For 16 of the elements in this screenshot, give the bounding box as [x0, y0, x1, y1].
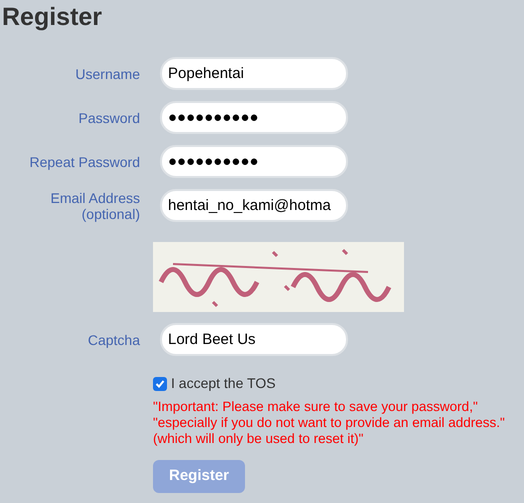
input-field[interactable]: Lord Beet Us: [160, 323, 348, 356]
field-label: (optional): [82, 206, 140, 222]
input-field[interactable]: ●●●●●●●●●●: [160, 145, 348, 178]
field-label: Repeat Password: [29, 154, 140, 170]
field-label: Captcha: [88, 332, 140, 348]
field-label: Username: [75, 66, 140, 82]
input-field[interactable]: Popehentai: [160, 57, 348, 90]
warning-text: (which will only be used to reset it)": [153, 431, 364, 447]
warning-text: "Important: Please make sure to save your password,": [153, 399, 478, 415]
checkbox-label: I accept the TOS: [171, 374, 276, 393]
page-title: Register: [1, 2, 102, 32]
field-label: Password: [78, 110, 140, 126]
field-label: Email Address: [50, 190, 140, 206]
input-field[interactable]: hentai_no_kami@hotma: [160, 189, 348, 222]
warning-text: "especially if you do not want to provide an email address.": [153, 415, 505, 431]
input-field[interactable]: ●●●●●●●●●●: [160, 101, 348, 134]
